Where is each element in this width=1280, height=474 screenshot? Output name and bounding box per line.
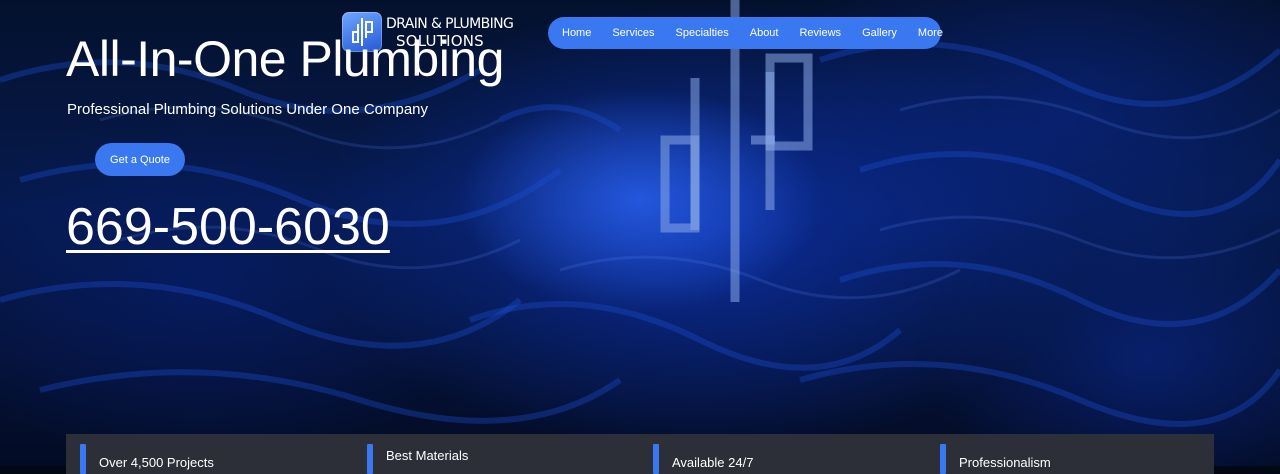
feature-accent-bar (940, 444, 946, 474)
nav-item-about[interactable]: About (750, 27, 779, 39)
nav-item-home[interactable]: Home (562, 27, 591, 39)
nav-item-services[interactable]: Services (612, 27, 654, 39)
nav-item-more[interactable]: More (918, 27, 943, 39)
get-quote-button[interactable]: Get a Quote (95, 143, 185, 176)
hero-title: All-In-One Plumbing (66, 31, 504, 87)
feature-accent-bar (80, 444, 86, 474)
feature-label: Professionalism (959, 455, 1051, 470)
feature-label: Available 24/7 (672, 455, 754, 470)
feature-label: Best Materials (386, 448, 469, 463)
hero-subtitle: Professional Plumbing Solutions Under On… (67, 101, 429, 118)
nav-item-reviews[interactable]: Reviews (799, 27, 841, 39)
phone-number-link[interactable]: 669-500-6030 (66, 196, 390, 258)
nav-item-gallery[interactable]: Gallery (862, 27, 897, 39)
features-strip: Over 4,500 Projects Best Materials Avail… (66, 434, 1214, 474)
nav-item-specialties[interactable]: Specialties (676, 27, 729, 39)
feature-accent-bar (367, 444, 373, 474)
feature-accent-bar (653, 444, 659, 474)
feature-label: Over 4,500 Projects (99, 455, 214, 470)
main-nav: Home Services Specialties About Reviews … (548, 17, 943, 49)
